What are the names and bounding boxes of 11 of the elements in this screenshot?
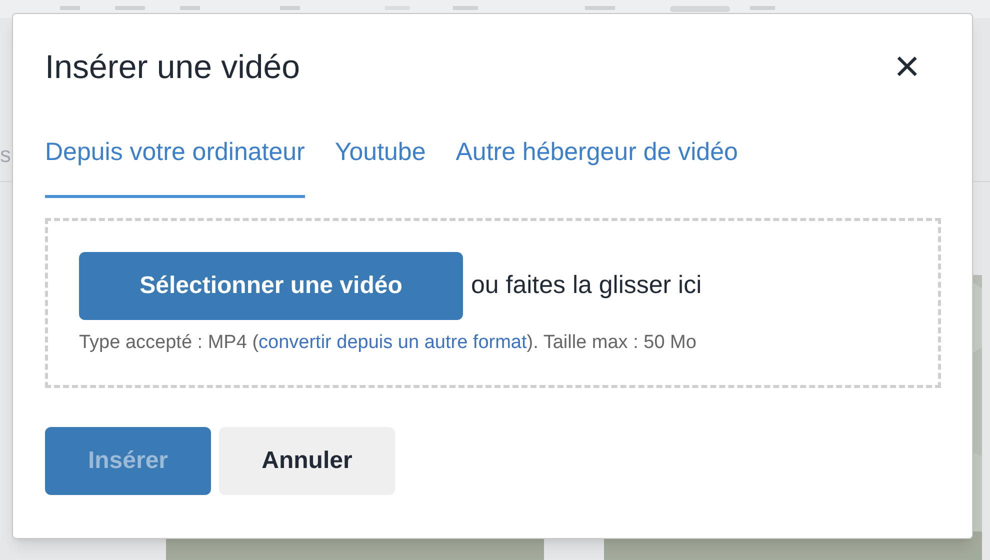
convert-link[interactable]: convertir depuis un autre format — [258, 332, 527, 353]
accepted-type-text: Type accepté : MP4 (convertir depuis un autre format). Taille max : 50 Mo — [79, 331, 698, 355]
cancel-button[interactable]: Annuler — [219, 427, 395, 495]
tab[interactable]: Depuis votre ordinateur — [45, 134, 305, 198]
drag-hint: ou faites la glisser ici — [471, 270, 702, 302]
side-text: s — [0, 141, 11, 169]
tab[interactable]: Autre hébergeur de vidéo — [456, 134, 738, 198]
dialog-title: Insérer une vidéo — [45, 47, 300, 88]
tab[interactable]: Youtube — [334, 134, 426, 198]
close-button[interactable]: × — [894, 45, 920, 89]
select-video-button[interactable]: Sélectionner une vidéo — [79, 252, 463, 320]
